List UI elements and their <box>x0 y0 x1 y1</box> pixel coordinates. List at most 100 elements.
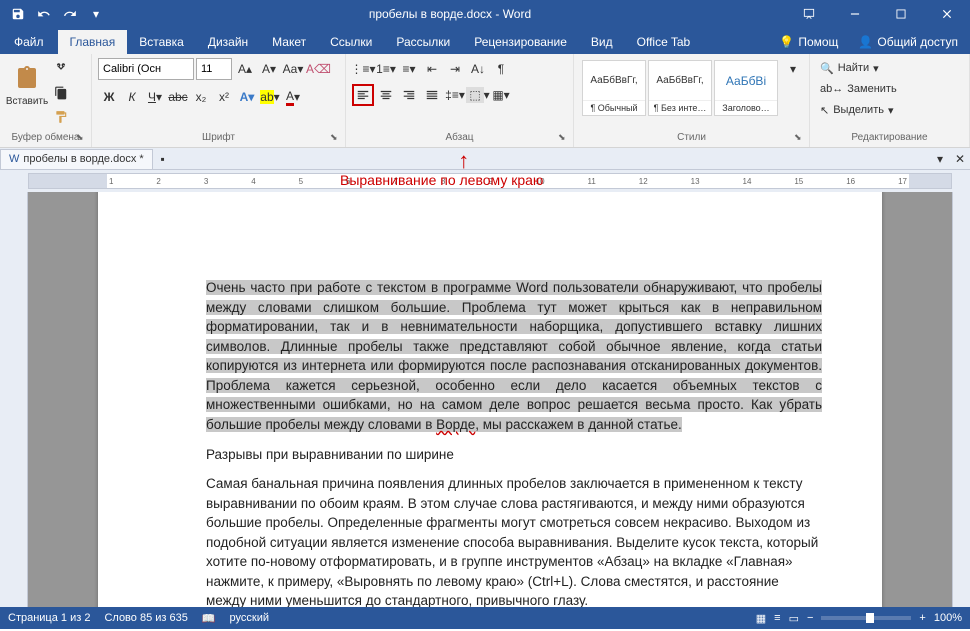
share-button[interactable]: 👤Общий доступ <box>846 30 970 54</box>
zoom-level[interactable]: 100% <box>934 612 962 624</box>
styles-gallery[interactable]: АаБбВвГг,¶ Обычный АаБбВвГг,¶ Без инте… … <box>580 58 780 118</box>
justify-button[interactable] <box>421 84 443 106</box>
paragraph-3[interactable]: Самая банальная причина появления длинны… <box>206 474 822 607</box>
align-right-button[interactable] <box>398 84 420 106</box>
window-title: пробелы в ворде.docx - Word <box>114 7 786 21</box>
zoom-out-button[interactable]: − <box>807 612 813 624</box>
select-button[interactable]: ↖Выделить▾ <box>816 100 963 120</box>
tab-home[interactable]: Главная <box>58 30 128 54</box>
tab-menu-button[interactable]: ▾ <box>930 149 950 169</box>
vertical-scrollbar[interactable] <box>952 192 970 607</box>
bulb-icon: 💡 <box>779 35 794 49</box>
close-icon[interactable] <box>924 0 970 28</box>
clipboard-icon <box>11 62 43 94</box>
minimize-icon[interactable] <box>832 0 878 28</box>
vertical-ruler[interactable] <box>0 192 28 607</box>
highlight-button[interactable]: ab▾ <box>259 86 281 108</box>
decrease-indent-button[interactable]: ⇤ <box>421 58 443 80</box>
tab-review[interactable]: Рецензирование <box>462 30 579 54</box>
numbering-button[interactable]: 1≡▾ <box>375 58 397 80</box>
undo-icon[interactable] <box>32 2 56 26</box>
strikethrough-button[interactable]: abc <box>167 86 189 108</box>
clipboard-launcher[interactable]: ⬊ <box>76 132 88 144</box>
align-left-button[interactable] <box>352 84 374 106</box>
tab-design[interactable]: Дизайн <box>196 30 260 54</box>
paragraph-2[interactable]: Разрывы при выравнивании по ширине <box>206 445 822 465</box>
tell-me[interactable]: 💡Помощ <box>771 30 846 54</box>
save-icon[interactable] <box>6 2 30 26</box>
zoom-slider[interactable] <box>821 616 911 620</box>
increase-indent-button[interactable]: ⇥ <box>444 58 466 80</box>
borders-button[interactable]: ▦▾ <box>490 84 512 106</box>
new-tab-button[interactable]: ▪ <box>153 149 173 169</box>
cursor-icon: ↖ <box>820 104 829 117</box>
font-name-input[interactable] <box>98 58 194 80</box>
change-case-button[interactable]: Aa▾ <box>282 58 304 80</box>
subscript-button[interactable]: x₂ <box>190 86 212 108</box>
paragraph-1[interactable]: Очень часто при работе с текстом в прогр… <box>206 278 822 435</box>
arrow-up-icon: ↑ <box>384 150 543 172</box>
text-effects-button[interactable]: A▾ <box>236 86 258 108</box>
tab-layout[interactable]: Макет <box>260 30 318 54</box>
increase-font-button[interactable]: A▴ <box>234 58 256 80</box>
font-color-button[interactable]: A▾ <box>282 86 304 108</box>
tab-references[interactable]: Ссылки <box>318 30 384 54</box>
tab-insert[interactable]: Вставка <box>127 30 196 54</box>
decrease-font-button[interactable]: A▾ <box>258 58 280 80</box>
group-editing-label: Редактирование <box>814 130 965 145</box>
line-spacing-button[interactable]: ‡≡▾ <box>444 84 466 106</box>
tab-view[interactable]: Вид <box>579 30 625 54</box>
bullets-button[interactable]: ⋮≡▾ <box>352 58 374 80</box>
format-painter-button[interactable] <box>50 106 72 128</box>
style-heading1[interactable]: АаБбВіЗаголово… <box>714 60 778 116</box>
show-marks-button[interactable]: ¶ <box>490 58 512 80</box>
tab-close-button[interactable]: ✕ <box>950 149 970 169</box>
document-page: Очень часто при работе с текстом в прогр… <box>98 192 882 607</box>
status-proofing-icon[interactable]: 📖 <box>202 612 216 625</box>
paste-button[interactable]: Вставить <box>6 58 48 111</box>
qat-dropdown-icon[interactable]: ▾ <box>84 2 108 26</box>
multilevel-button[interactable]: ≡▾ <box>398 58 420 80</box>
font-size-input[interactable] <box>196 58 232 80</box>
replace-icon: ab↔ <box>820 83 843 95</box>
superscript-button[interactable]: x² <box>213 86 235 108</box>
sort-button[interactable]: A↓ <box>467 58 489 80</box>
align-center-button[interactable] <box>375 84 397 106</box>
group-font-label: Шрифт <box>96 130 341 145</box>
annotation: ↑ Выравнивание по левому краю <box>340 150 543 188</box>
find-button[interactable]: 🔍Найти▾ <box>816 58 963 78</box>
style-nospacing[interactable]: АаБбВвГг,¶ Без инте… <box>648 60 712 116</box>
redo-icon[interactable] <box>58 2 82 26</box>
view-print-icon[interactable]: ≡ <box>774 612 780 624</box>
copy-button[interactable] <box>50 82 72 104</box>
view-read-icon[interactable]: ▦ <box>756 612 766 625</box>
clear-format-button[interactable]: A⌫ <box>306 58 331 80</box>
view-web-icon[interactable]: ▭ <box>789 612 799 625</box>
styles-more-button[interactable]: ▾ <box>782 58 804 80</box>
maximize-icon[interactable] <box>878 0 924 28</box>
font-launcher[interactable]: ⬊ <box>330 132 342 144</box>
bold-button[interactable]: Ж <box>98 86 120 108</box>
group-clipboard-label: Буфер обмена <box>4 130 87 145</box>
person-icon: 👤 <box>858 35 873 49</box>
status-page[interactable]: Страница 1 из 2 <box>8 612 90 624</box>
italic-button[interactable]: К <box>121 86 143 108</box>
word-icon: W <box>9 153 19 165</box>
underline-button[interactable]: Ч▾ <box>144 86 166 108</box>
document-tab[interactable]: Wпробелы в ворде.docx * <box>0 149 153 169</box>
ribbon-options-icon[interactable] <box>786 0 832 28</box>
zoom-in-button[interactable]: + <box>919 612 925 624</box>
styles-launcher[interactable]: ⬊ <box>794 132 806 144</box>
status-language[interactable]: русский <box>230 612 269 624</box>
shading-button[interactable]: ⬚▾ <box>467 84 489 106</box>
replace-button[interactable]: ab↔Заменить <box>816 79 963 99</box>
tab-mailings[interactable]: Рассылки <box>384 30 462 54</box>
style-normal[interactable]: АаБбВвГг,¶ Обычный <box>582 60 646 116</box>
group-paragraph-label: Абзац <box>350 130 569 145</box>
tab-officetab[interactable]: Office Tab <box>625 30 703 54</box>
tab-file[interactable]: Файл <box>0 30 58 54</box>
paragraph-launcher[interactable]: ⬊ <box>558 132 570 144</box>
cut-button[interactable] <box>50 58 72 80</box>
status-words[interactable]: Слово 85 из 635 <box>104 612 187 624</box>
page-viewport[interactable]: Очень часто при работе с текстом в прогр… <box>28 192 952 607</box>
